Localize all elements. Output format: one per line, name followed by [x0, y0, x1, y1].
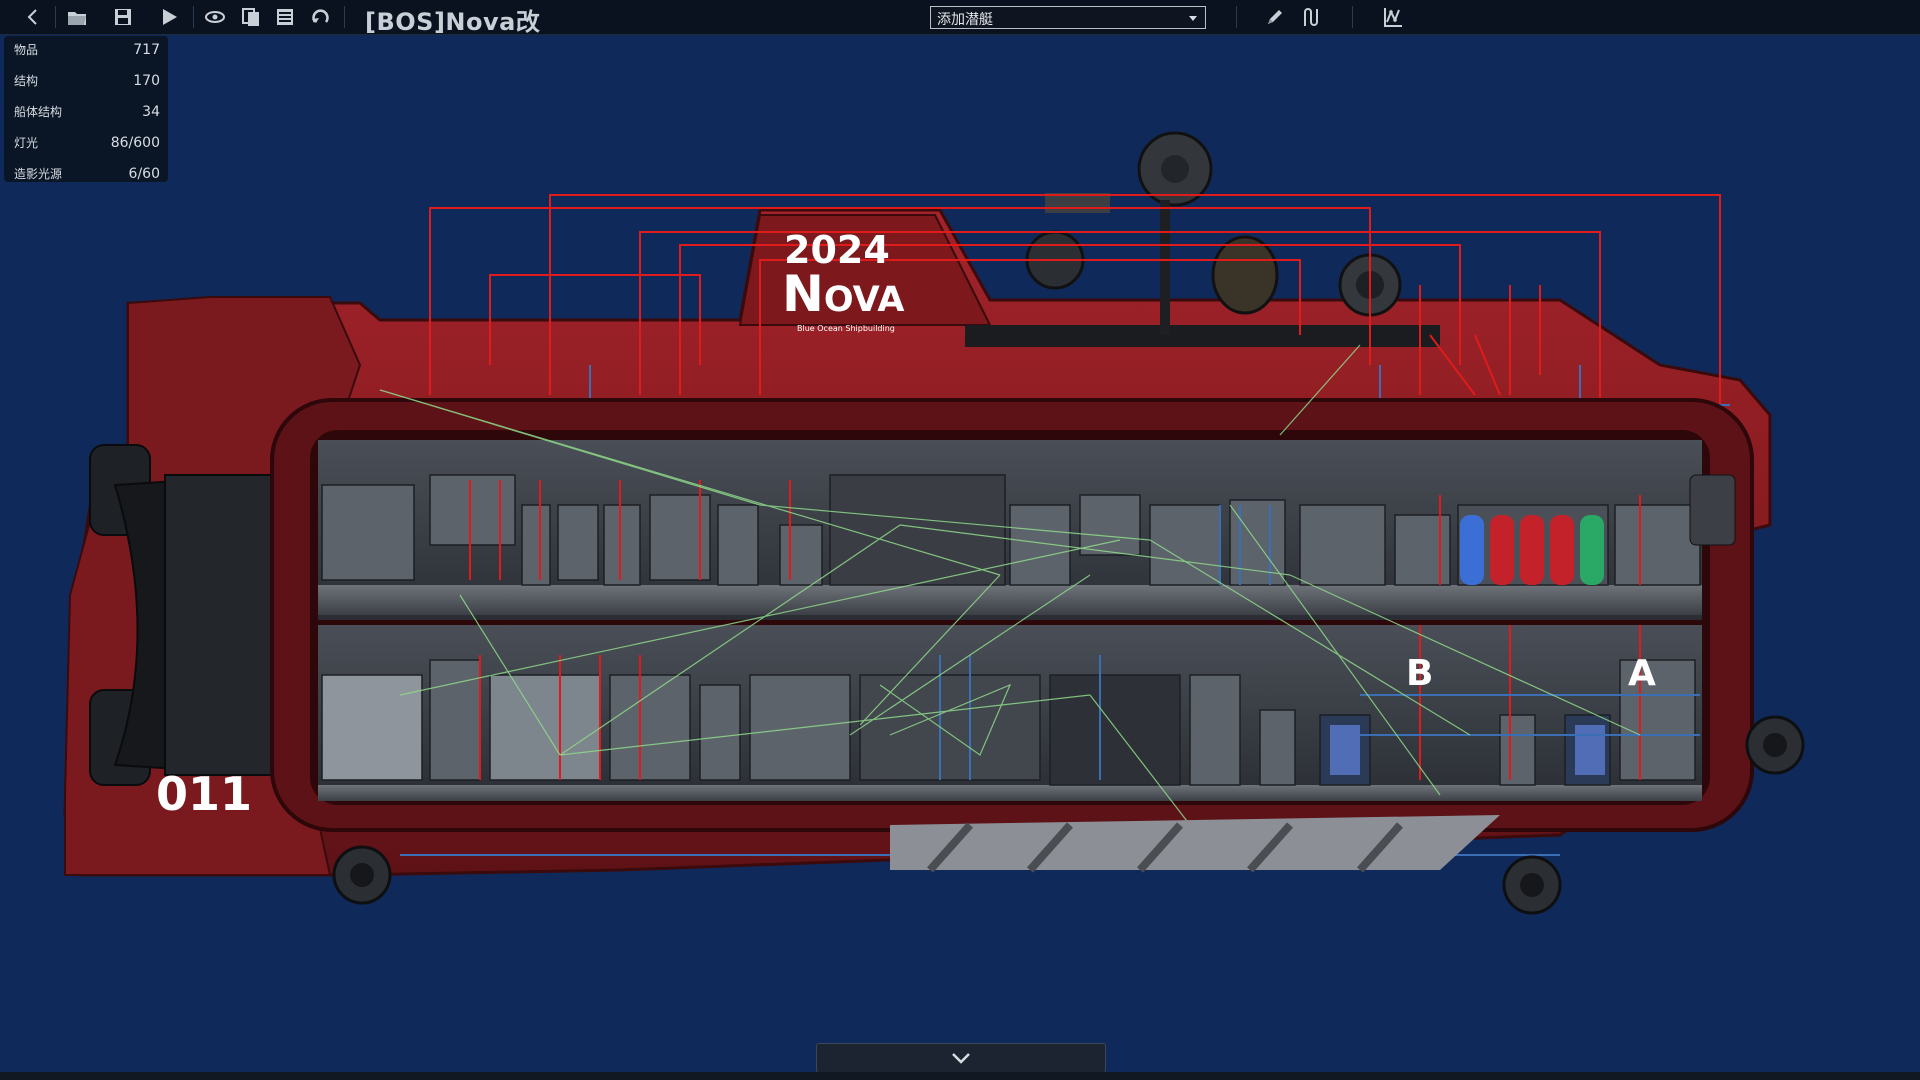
layers-icon[interactable]	[238, 4, 264, 30]
stat-label: 结构	[14, 74, 39, 88]
bottom-floor	[318, 785, 1702, 801]
sail-builder: Blue Ocean Shipbuilding	[797, 324, 895, 333]
gas-tanks	[1460, 515, 1604, 585]
toolbar-divider	[1352, 6, 1353, 28]
back-icon[interactable]	[20, 4, 46, 30]
stat-value: 717	[133, 42, 160, 58]
play-icon[interactable]	[156, 4, 182, 30]
add-submarine-dropdown[interactable]: 添加潜艇	[930, 6, 1206, 29]
stat-value: 86/600	[110, 135, 160, 151]
top-toolbar: [BOS]Nova改 添加潜艇	[0, 0, 1920, 36]
stat-row: 物品 717	[14, 38, 160, 60]
submarine-drawing	[63, 131, 1805, 915]
mid-floor	[318, 585, 1702, 615]
entity-panel-toggle-button[interactable]	[816, 1043, 1106, 1073]
stat-label: 船体结构	[14, 105, 63, 119]
stat-row: 船体结构 34	[14, 100, 160, 122]
add-submarine-dropdown-label: 添加潜艇	[937, 12, 993, 28]
graph-icon[interactable]	[1380, 4, 1406, 30]
stat-label: 造影光源	[14, 167, 63, 181]
stat-row: 结构 170	[14, 69, 160, 91]
diving-helmet	[1211, 235, 1279, 315]
stat-value: 6/60	[128, 166, 160, 182]
airlock-marker-b: B	[1406, 653, 1434, 694]
stat-label: 物品	[14, 43, 39, 57]
toolbar-divider	[344, 6, 345, 28]
editor-canvas[interactable]: 2024 Nova Blue Ocean Shipbuilding 011 B …	[0, 35, 1920, 1045]
stat-label: 灯光	[14, 136, 39, 150]
toolbar-divider	[193, 6, 194, 28]
wire-icon[interactable]	[1298, 4, 1324, 30]
stat-value: 170	[133, 73, 160, 89]
stat-row: 造影光源 6/60	[14, 162, 160, 184]
stat-value: 34	[142, 104, 160, 120]
bottom-panel-edge	[0, 1072, 1920, 1080]
chevron-down-icon	[952, 1053, 970, 1064]
stat-row: 灯光 86/600	[14, 131, 160, 153]
visibility-icon[interactable]	[202, 4, 228, 30]
bow-hatch	[1689, 474, 1736, 546]
hull-number: 011	[156, 767, 253, 821]
toolbar-divider	[1236, 6, 1237, 28]
undo-icon[interactable]	[308, 4, 334, 30]
list-icon[interactable]	[272, 4, 298, 30]
toolbar-divider	[55, 6, 56, 28]
save-icon[interactable]	[110, 4, 136, 30]
deck-rail	[965, 325, 1440, 347]
pencil-icon[interactable]	[1262, 4, 1288, 30]
submarine-title: [BOS]Nova改	[365, 8, 541, 36]
chevron-down-icon	[1189, 16, 1197, 21]
open-folder-icon[interactable]	[64, 4, 90, 30]
submarine-stats-panel: 物品 717 结构 170 船体结构 34 灯光 86/600 造影光源 6/6…	[4, 36, 168, 182]
sail-name: Nova	[782, 265, 905, 323]
airlock-marker-a: A	[1628, 653, 1656, 694]
